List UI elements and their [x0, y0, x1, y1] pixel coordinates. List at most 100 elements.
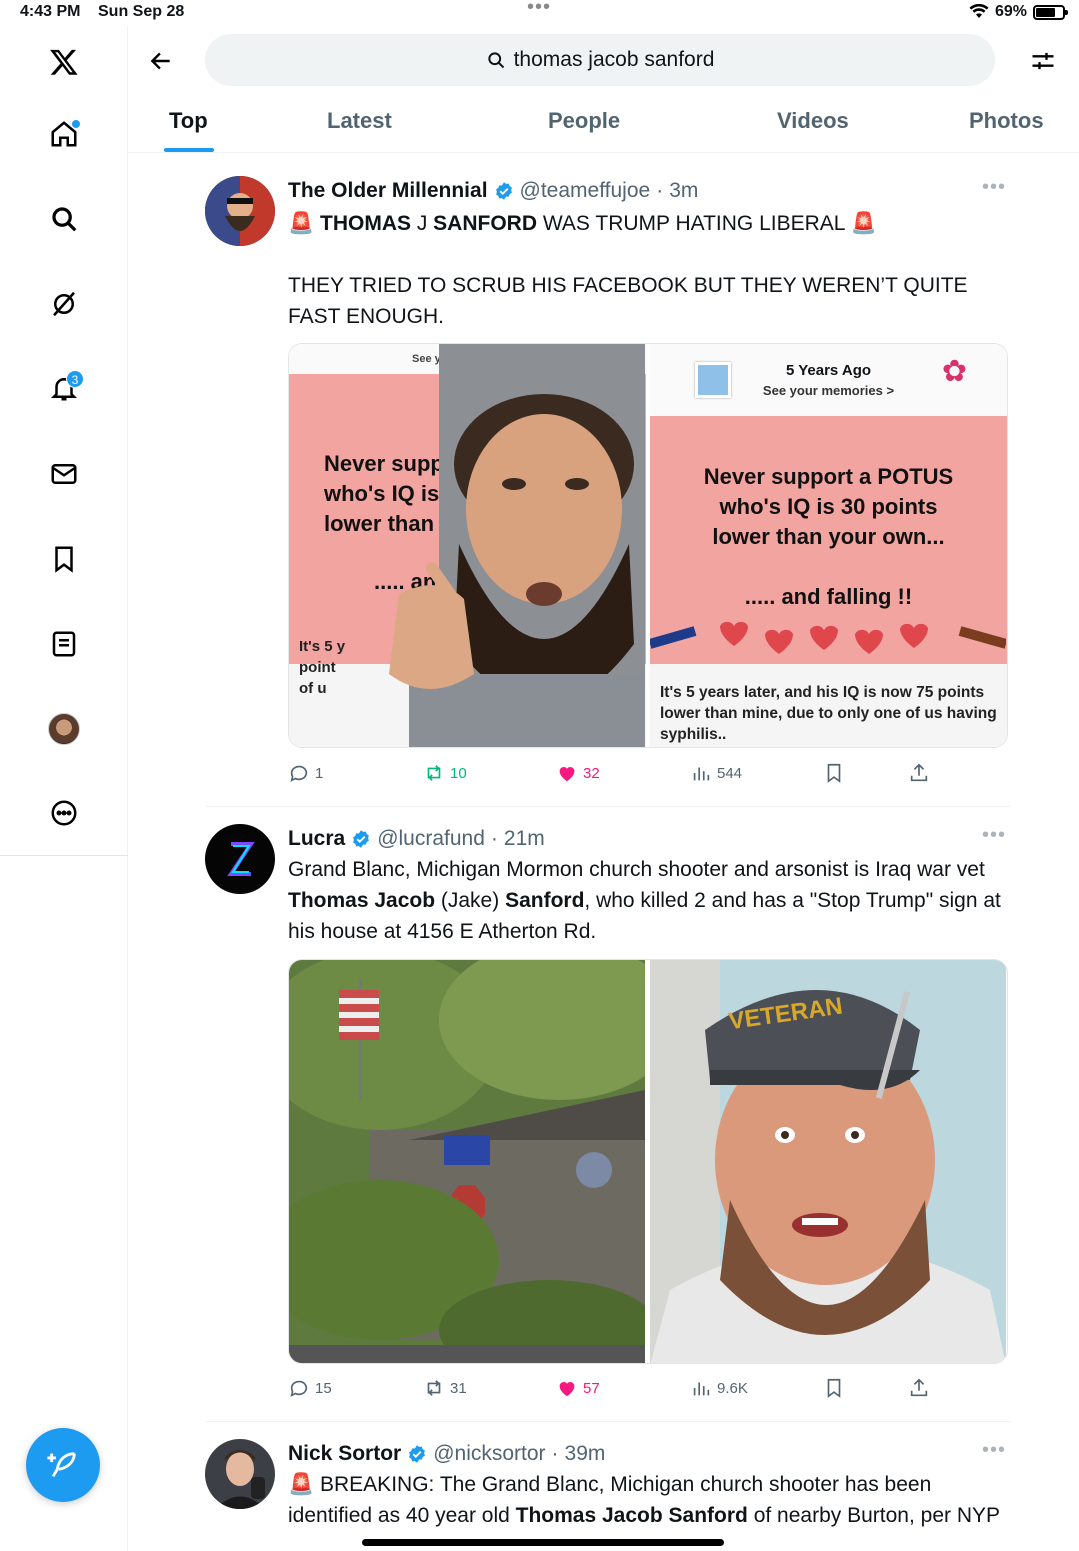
- bookmark-icon: [827, 1378, 841, 1398]
- more-options-icon[interactable]: •••: [982, 176, 1006, 199]
- hearts-decoration: [650, 621, 1006, 654]
- tweet[interactable]: The Older Millennial @teameffujoe · 3m •…: [205, 176, 1010, 796]
- author-name[interactable]: Lucra: [288, 827, 345, 851]
- views-button[interactable]: 9.6K: [690, 1377, 748, 1399]
- feather-plus-icon: [47, 1452, 76, 1478]
- reply-button[interactable]: 1: [288, 762, 323, 784]
- repost-button[interactable]: 10: [423, 762, 467, 784]
- view-count: 9.6K: [717, 1379, 748, 1397]
- back-button[interactable]: [144, 44, 178, 78]
- author-handle[interactable]: @lucrafund: [377, 827, 485, 851]
- tab-latest[interactable]: Latest: [327, 108, 392, 134]
- flower-icon: ✿: [941, 355, 967, 388]
- reply-icon: [290, 1380, 308, 1397]
- tweet-time[interactable]: 3m: [669, 179, 698, 203]
- sliders-icon: [1032, 52, 1054, 70]
- reply-count: 1: [315, 764, 324, 782]
- meme-falling-text: ..... and falling !!: [744, 584, 913, 609]
- memory-photo-icon: [695, 362, 731, 398]
- verified-badge-icon: [409, 1445, 426, 1463]
- battery-percent: 69%: [994, 3, 1027, 20]
- tweet-time[interactable]: 39m: [565, 1442, 606, 1466]
- wifi-icon: [969, 4, 989, 18]
- author-name[interactable]: The Older Millennial: [288, 179, 488, 203]
- share-button[interactable]: [908, 762, 930, 784]
- home-icon[interactable]: [44, 114, 84, 154]
- tweet-time[interactable]: 21m: [504, 827, 545, 851]
- tweet-body: THEY TRIED TO SCRUB HIS FACEBOOK BUT THE…: [288, 274, 968, 328]
- more-options-icon[interactable]: •••: [982, 1439, 1006, 1462]
- more-options-icon[interactable]: •••: [982, 824, 1006, 847]
- media-image-right[interactable]: VETERAN: [650, 960, 1007, 1363]
- media-image-left[interactable]: [289, 960, 646, 1363]
- notifications-icon[interactable]: 3: [44, 368, 84, 408]
- avatar[interactable]: [205, 176, 275, 246]
- repost-count: 10: [450, 764, 467, 782]
- views-chart-icon: [693, 1382, 710, 1396]
- bookmark-button[interactable]: [823, 1377, 845, 1399]
- headline-initial: J: [411, 212, 434, 235]
- like-button[interactable]: 32: [556, 762, 600, 784]
- media-image-left[interactable]: See your memories > Never supp who's IQ …: [289, 344, 646, 747]
- heart-icon: [559, 1382, 575, 1397]
- tab-photos[interactable]: Photos: [969, 108, 1044, 134]
- messages-icon[interactable]: [44, 454, 84, 494]
- repost-icon: [427, 1380, 441, 1396]
- home-indicator[interactable]: [362, 1539, 724, 1546]
- tweet[interactable]: Nick Sortor @nicksortor · 39m ••• 🚨 BREA…: [205, 1439, 1010, 1551]
- search-input[interactable]: thomas jacob sanford: [205, 34, 995, 86]
- tweet-media[interactable]: VETERAN: [288, 959, 1008, 1364]
- author-name[interactable]: Nick Sortor: [288, 1442, 401, 1466]
- tweet-text: 🚨 THOMAS J SANFORD WAS TRUMP HATING LIBE…: [288, 208, 1010, 332]
- author-handle[interactable]: @nicksortor: [433, 1442, 545, 1466]
- sidebar-nav: 3: [0, 26, 128, 1551]
- bookmark-icon: [827, 763, 841, 783]
- tab-people[interactable]: People: [548, 108, 620, 134]
- lists-icon[interactable]: [44, 624, 84, 664]
- avatar[interactable]: [205, 1439, 275, 1509]
- like-count: 57: [583, 1379, 600, 1397]
- avatar: [48, 713, 80, 745]
- search-filter-button[interactable]: [1026, 44, 1060, 78]
- active-tab-indicator: [164, 148, 214, 152]
- meme-caption: It's 5 years later, and his IQ is now 75…: [660, 684, 997, 743]
- meme-headline: Never support a POTUS who's IQ is 30 poi…: [703, 464, 954, 549]
- grok-icon[interactable]: [44, 284, 84, 324]
- share-icon: [910, 763, 928, 782]
- status-bar: 4:43 PM Sun Sep 28 ••• 69%: [0, 0, 1079, 26]
- like-button[interactable]: 57: [556, 1377, 600, 1399]
- author-handle[interactable]: @teameffujoe: [520, 179, 651, 203]
- share-button[interactable]: [908, 1377, 930, 1399]
- x-logo-icon[interactable]: [44, 42, 84, 82]
- bookmarks-icon[interactable]: [44, 539, 84, 579]
- views-button[interactable]: 544: [690, 762, 742, 784]
- share-icon: [910, 1378, 928, 1397]
- reply-button[interactable]: 15: [288, 1377, 332, 1399]
- headline-rest: WAS TRUMP HATING LIBERAL: [537, 212, 845, 235]
- media-image-right[interactable]: 5 Years Ago See your memories > ✿ Never …: [650, 344, 1007, 747]
- search-icon: [487, 52, 504, 69]
- search-icon[interactable]: [44, 199, 84, 239]
- siren-icon: 🚨: [288, 212, 315, 235]
- profile-avatar[interactable]: [44, 709, 84, 749]
- reply-count: 15: [315, 1379, 332, 1397]
- bold-name: Thomas Jacob: [288, 889, 436, 912]
- repost-button[interactable]: 31: [423, 1377, 467, 1399]
- arrow-left-icon: [150, 52, 170, 70]
- bold-name: Thomas Jacob Sanford: [515, 1504, 748, 1527]
- heart-icon: [559, 767, 575, 782]
- tab-videos[interactable]: Videos: [777, 108, 849, 134]
- man-pointing-image: [389, 344, 645, 747]
- tab-top[interactable]: Top: [169, 108, 208, 134]
- tweet-divider: [205, 1421, 1010, 1422]
- like-count: 32: [583, 764, 600, 782]
- bookmark-button[interactable]: [823, 762, 845, 784]
- tweet-media[interactable]: See your memories > Never supp who's IQ …: [288, 343, 1008, 748]
- tweet[interactable]: Lucra @lucrafund · 21m ••• Grand Blanc, …: [205, 824, 1010, 1414]
- avatar[interactable]: [205, 824, 275, 894]
- multitasking-dots-icon[interactable]: •••: [527, 0, 551, 19]
- compose-post-button[interactable]: [26, 1428, 100, 1502]
- more-icon[interactable]: [44, 793, 84, 833]
- tweet-actions: 15 31 57 9.6K: [288, 1377, 948, 1407]
- headline-surname-bold: SANFORD: [433, 212, 538, 235]
